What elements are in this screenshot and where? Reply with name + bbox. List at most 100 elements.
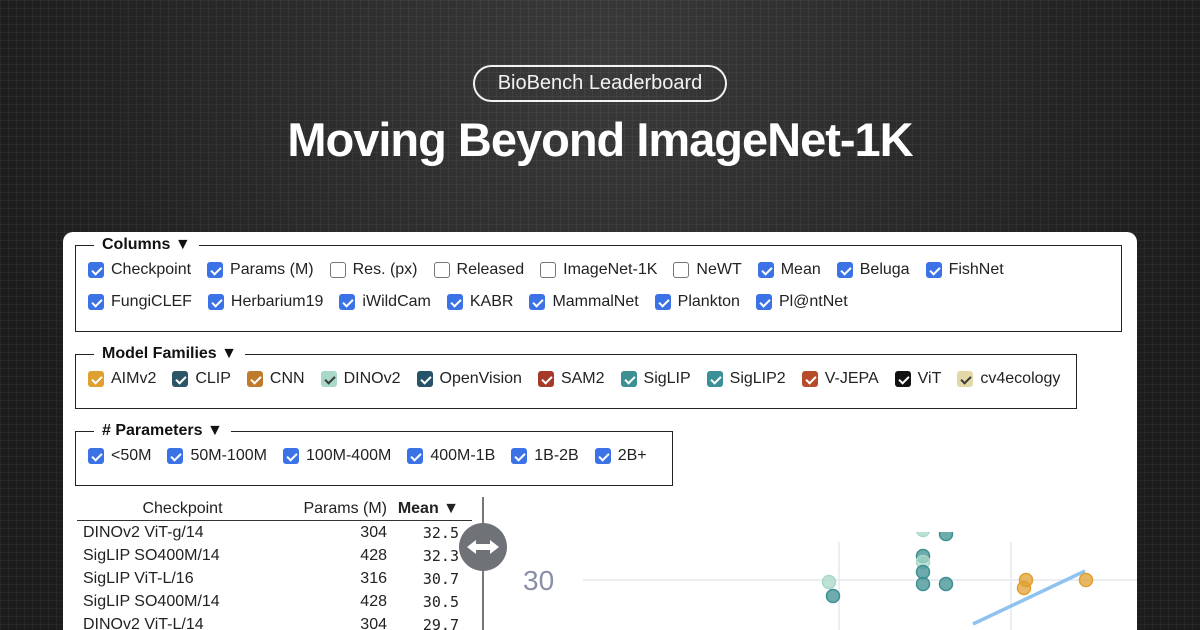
checkbox-icon[interactable] (537, 371, 554, 387)
checkbox-label: AIMv2 (111, 370, 157, 387)
model-families-legend[interactable]: Model Families ▼ (94, 345, 245, 363)
checkbox-icon[interactable] (620, 371, 637, 387)
checkbox-icon[interactable] (706, 371, 723, 387)
checkbox-icon[interactable] (88, 448, 104, 464)
checkbox-label: <50M (111, 447, 152, 464)
checkbox-icon[interactable] (957, 371, 974, 387)
checkbox-icon[interactable] (246, 371, 263, 387)
param-checkbox-100m-400m[interactable]: 100M-400M (282, 447, 391, 465)
checkbox-icon[interactable] (925, 262, 942, 278)
checkbox-icon[interactable] (207, 294, 224, 310)
family-checkbox-vit[interactable]: ViT (894, 370, 941, 388)
family-checkbox-siglip2[interactable]: SigLIP2 (706, 370, 786, 388)
table-row[interactable]: SigLIP SO400M/14 428 32.3 (77, 544, 472, 567)
checkbox-icon[interactable] (320, 371, 337, 387)
data-point (916, 532, 930, 538)
checkbox-icon[interactable] (416, 371, 433, 387)
header-checkpoint[interactable]: Checkpoint (77, 500, 282, 518)
family-checkbox-sam2[interactable]: SAM2 (537, 370, 605, 388)
checkbox-icon[interactable] (529, 294, 546, 310)
table-row[interactable]: DINOv2 ViT-L/14 304 29.7 (77, 613, 472, 630)
param-checkbox-50m-100m[interactable]: 50M-100M (167, 447, 267, 465)
checkbox-icon[interactable] (801, 371, 818, 387)
checkbox-label: NeWT (696, 261, 742, 278)
family-checkbox-dinov2[interactable]: DINOv2 (320, 370, 401, 388)
family-checkbox-clip[interactable]: CLIP (172, 370, 231, 388)
cell-checkpoint: SigLIP SO400M/14 (83, 592, 220, 610)
column-checkbox-newt[interactable]: NeWT (673, 261, 742, 279)
checkbox-icon[interactable] (207, 262, 224, 278)
checkbox-label: Pl@ntNet (778, 293, 848, 310)
family-checkbox-openvision[interactable]: OpenVision (416, 370, 522, 388)
column-checkbox-imagenet-1k[interactable]: ImageNet-1K (540, 261, 657, 279)
column-checkbox-pl-ntnet[interactable]: Pl@ntNet (755, 293, 848, 311)
checkbox-icon[interactable] (755, 294, 772, 310)
checkbox-label: cv4ecology (980, 370, 1061, 387)
table-row[interactable]: SigLIP SO400M/14 428 30.5 (77, 590, 472, 613)
column-checkbox-kabr[interactable]: KABR (446, 293, 513, 311)
leaderboard-pill: BioBench Leaderboard (473, 65, 727, 102)
checkbox-label: iWildCam (362, 293, 431, 310)
family-checkbox-cnn[interactable]: CNN (246, 370, 305, 388)
param-checkbox-50m[interactable]: <50M (88, 447, 151, 465)
checkbox-label: MammalNet (552, 293, 639, 310)
column-checkbox-beluga[interactable]: Beluga (836, 261, 910, 279)
column-checkbox-res-px[interactable]: Res. (px) (329, 261, 418, 279)
checkbox-label: 50M-100M (190, 447, 267, 464)
checkbox-icon[interactable] (282, 448, 299, 464)
column-checkbox-checkpoint[interactable]: Checkpoint (88, 261, 191, 279)
checkbox-icon[interactable] (894, 371, 911, 387)
checkbox-icon[interactable] (654, 294, 671, 310)
param-checkbox-400m-1b[interactable]: 400M-1B (407, 447, 495, 465)
column-checkbox-fungiclef[interactable]: FungiCLEF (88, 293, 192, 311)
column-checkbox-released[interactable]: Released (433, 261, 525, 279)
columns-legend[interactable]: Columns ▼ (94, 236, 199, 254)
header-mean[interactable]: Mean ▼ (387, 500, 459, 518)
checkbox-icon[interactable] (757, 262, 774, 278)
family-checkbox-v-jepa[interactable]: V-JEPA (801, 370, 879, 388)
checkbox-icon[interactable] (407, 448, 424, 464)
checkbox-icon[interactable] (339, 294, 356, 310)
checkbox-icon[interactable] (673, 262, 690, 278)
cell-checkpoint: DINOv2 ViT-g/14 (83, 523, 204, 541)
checkbox-label: 2B+ (617, 447, 647, 464)
column-checkbox-params-m[interactable]: Params (M) (207, 261, 314, 279)
param-checkbox-1b-2b[interactable]: 1B-2B (511, 447, 579, 465)
family-checkbox-siglip[interactable]: SigLIP (620, 370, 691, 388)
checkbox-icon[interactable] (172, 371, 189, 387)
leaderboard-table: Checkpoint Params (M) Mean ▼ DINOv2 ViT-… (77, 497, 472, 630)
checkbox-icon[interactable] (511, 448, 528, 464)
data-point (1016, 580, 1032, 596)
column-checkbox-fishnet[interactable]: FishNet (925, 261, 1004, 279)
column-checkbox-mammalnet[interactable]: MammalNet (529, 293, 639, 311)
family-checkbox-cv4ecology[interactable]: cv4ecology (957, 370, 1060, 388)
table-row[interactable]: SigLIP ViT-L/16 316 30.7 (77, 567, 472, 590)
column-checkbox-plankton[interactable]: Plankton (654, 293, 740, 311)
checkbox-icon[interactable] (433, 262, 450, 278)
column-checkbox-iwildcam[interactable]: iWildCam (339, 293, 431, 311)
table-row[interactable]: DINOv2 ViT-g/14 304 32.5 (77, 521, 472, 544)
y-tick-label: 30 (523, 565, 554, 596)
data-point (821, 574, 837, 590)
checkbox-icon[interactable] (594, 448, 611, 464)
param-checkbox-2b[interactable]: 2B+ (594, 447, 647, 465)
header-params[interactable]: Params (M) (282, 500, 387, 518)
checkbox-icon[interactable] (88, 262, 104, 278)
checkbox-icon[interactable] (329, 262, 346, 278)
column-checkbox-mean[interactable]: Mean (757, 261, 821, 279)
checkbox-label: FishNet (948, 261, 1004, 278)
data-point (915, 564, 931, 580)
checkbox-icon[interactable] (540, 262, 557, 278)
family-checkbox-aimv2[interactable]: AIMv2 (88, 370, 156, 388)
cell-checkpoint: SigLIP SO400M/14 (83, 546, 220, 564)
parameters-legend[interactable]: # Parameters ▼ (94, 422, 231, 440)
column-checkbox-herbarium19[interactable]: Herbarium19 (207, 293, 323, 311)
checkbox-icon[interactable] (167, 448, 184, 464)
checkbox-icon[interactable] (88, 371, 104, 387)
checkbox-icon[interactable] (836, 262, 853, 278)
checkbox-label: Released (456, 261, 525, 278)
checkbox-label: V-JEPA (824, 370, 879, 387)
resize-handle[interactable] (459, 523, 507, 571)
checkbox-icon[interactable] (446, 294, 463, 310)
checkbox-icon[interactable] (88, 294, 104, 310)
